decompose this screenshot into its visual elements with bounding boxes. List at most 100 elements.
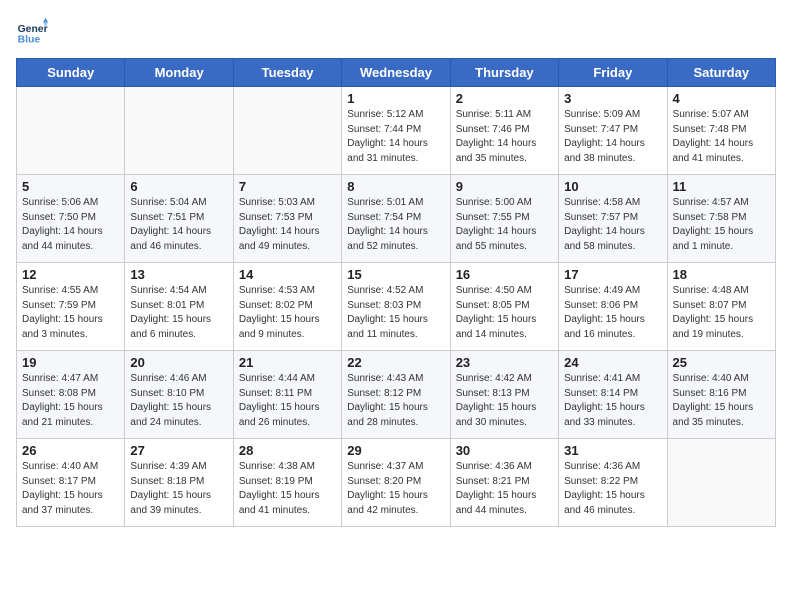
day-info: Sunrise: 5:09 AM Sunset: 7:47 PM Dayligh… bbox=[564, 108, 661, 166]
day-number: 30 bbox=[456, 443, 553, 458]
day-info: Sunrise: 5:07 AM Sunset: 7:48 PM Dayligh… bbox=[673, 108, 770, 166]
calendar-cell: 13Sunrise: 4:54 AM Sunset: 8:01 PM Dayli… bbox=[125, 263, 233, 351]
day-number: 24 bbox=[564, 355, 661, 370]
day-info: Sunrise: 4:39 AM Sunset: 8:18 PM Dayligh… bbox=[130, 460, 227, 518]
day-info: Sunrise: 4:36 AM Sunset: 8:21 PM Dayligh… bbox=[456, 460, 553, 518]
day-info: Sunrise: 4:53 AM Sunset: 8:02 PM Dayligh… bbox=[239, 284, 336, 342]
day-number: 23 bbox=[456, 355, 553, 370]
dow-header-tuesday: Tuesday bbox=[233, 59, 341, 87]
calendar-cell: 29 Sunrise: 4:37 AM Sunset: 8:20 PM Dayli… bbox=[342, 439, 450, 527]
calendar-cell: 27 Sunrise: 4:39 AM Sunset: 8:18 PM Dayli… bbox=[125, 439, 233, 527]
day-number: 4 bbox=[673, 91, 770, 106]
calendar-cell: 7Sunrise: 5:03 AM Sunset: 7:53 PM Daylig… bbox=[233, 175, 341, 263]
dow-header-friday: Friday bbox=[559, 59, 667, 87]
calendar-cell: 11 Sunrise: 4:57 AM Sunset: 7:58 PM Dayli… bbox=[667, 175, 775, 263]
calendar-week-3: 12Sunrise: 4:55 AM Sunset: 7:59 PM Dayli… bbox=[17, 263, 776, 351]
calendar-cell: 26 Sunrise: 4:40 AM Sunset: 8:17 PM Dayli… bbox=[17, 439, 125, 527]
day-number: 12 bbox=[22, 267, 119, 282]
day-info: Sunrise: 4:38 AM Sunset: 8:19 PM Dayligh… bbox=[239, 460, 336, 518]
calendar-cell: 17 Sunrise: 4:49 AM Sunset: 8:06 PM Dayli… bbox=[559, 263, 667, 351]
calendar-cell: 8Sunrise: 5:01 AM Sunset: 7:54 PM Daylig… bbox=[342, 175, 450, 263]
calendar-cell: 3 Sunrise: 5:09 AM Sunset: 7:47 PM Daylig… bbox=[559, 87, 667, 175]
day-info: Sunrise: 5:04 AM Sunset: 7:51 PM Dayligh… bbox=[130, 196, 227, 254]
day-number: 6 bbox=[130, 179, 227, 194]
day-info: Sunrise: 4:52 AM Sunset: 8:03 PM Dayligh… bbox=[347, 284, 444, 342]
day-number: 26 bbox=[22, 443, 119, 458]
day-info: Sunrise: 4:57 AM Sunset: 7:58 PM Dayligh… bbox=[673, 196, 770, 254]
day-info: Sunrise: 5:06 AM Sunset: 7:50 PM Dayligh… bbox=[22, 196, 119, 254]
day-info: Sunrise: 4:41 AM Sunset: 8:14 PM Dayligh… bbox=[564, 372, 661, 430]
calendar-cell: 24 Sunrise: 4:41 AM Sunset: 8:14 PM Dayli… bbox=[559, 351, 667, 439]
day-number: 29 bbox=[347, 443, 444, 458]
calendar-cell: 5 Sunrise: 5:06 AM Sunset: 7:50 PM Daylig… bbox=[17, 175, 125, 263]
day-number: 19 bbox=[22, 355, 119, 370]
calendar-week-5: 26 Sunrise: 4:40 AM Sunset: 8:17 PM Dayli… bbox=[17, 439, 776, 527]
page-header: General Blue bbox=[16, 16, 776, 48]
day-info: Sunrise: 4:48 AM Sunset: 8:07 PM Dayligh… bbox=[673, 284, 770, 342]
calendar-cell: 28Sunrise: 4:38 AM Sunset: 8:19 PM Dayli… bbox=[233, 439, 341, 527]
logo-icon: General Blue bbox=[16, 16, 48, 48]
day-info: Sunrise: 4:46 AM Sunset: 8:10 PM Dayligh… bbox=[130, 372, 227, 430]
day-number: 8 bbox=[347, 179, 444, 194]
day-info: Sunrise: 4:44 AM Sunset: 8:11 PM Dayligh… bbox=[239, 372, 336, 430]
day-number: 27 bbox=[130, 443, 227, 458]
day-number: 10 bbox=[564, 179, 661, 194]
day-number: 14 bbox=[239, 267, 336, 282]
calendar-cell: 22 Sunrise: 4:43 AM Sunset: 8:12 PM Dayli… bbox=[342, 351, 450, 439]
day-info: Sunrise: 4:40 AM Sunset: 8:16 PM Dayligh… bbox=[673, 372, 770, 430]
day-number: 15 bbox=[347, 267, 444, 282]
day-number: 20 bbox=[130, 355, 227, 370]
day-info: Sunrise: 4:43 AM Sunset: 8:12 PM Dayligh… bbox=[347, 372, 444, 430]
calendar-cell: 2 Sunrise: 5:11 AM Sunset: 7:46 PM Daylig… bbox=[450, 87, 558, 175]
calendar-cell: 6 Sunrise: 5:04 AM Sunset: 7:51 PM Daylig… bbox=[125, 175, 233, 263]
day-info: Sunrise: 4:42 AM Sunset: 8:13 PM Dayligh… bbox=[456, 372, 553, 430]
svg-text:Blue: Blue bbox=[18, 34, 41, 45]
calendar-week-4: 19Sunrise: 4:47 AM Sunset: 8:08 PM Dayli… bbox=[17, 351, 776, 439]
calendar-cell: 16 Sunrise: 4:50 AM Sunset: 8:05 PM Dayli… bbox=[450, 263, 558, 351]
calendar-cell: 15 Sunrise: 4:52 AM Sunset: 8:03 PM Dayli… bbox=[342, 263, 450, 351]
day-number: 13 bbox=[130, 267, 227, 282]
calendar-cell bbox=[667, 439, 775, 527]
day-info: Sunrise: 4:40 AM Sunset: 8:17 PM Dayligh… bbox=[22, 460, 119, 518]
day-number: 2 bbox=[456, 91, 553, 106]
day-info: Sunrise: 4:58 AM Sunset: 7:57 PM Dayligh… bbox=[564, 196, 661, 254]
calendar-week-1: 1Sunrise: 5:12 AM Sunset: 7:44 PM Daylig… bbox=[17, 87, 776, 175]
calendar-cell: 1Sunrise: 5:12 AM Sunset: 7:44 PM Daylig… bbox=[342, 87, 450, 175]
day-info: Sunrise: 5:12 AM Sunset: 7:44 PM Dayligh… bbox=[347, 108, 444, 166]
calendar-cell: 21 Sunrise: 4:44 AM Sunset: 8:11 PM Dayli… bbox=[233, 351, 341, 439]
calendar-table: SundayMondayTuesdayWednesdayThursdayFrid… bbox=[16, 58, 776, 527]
calendar-cell bbox=[125, 87, 233, 175]
day-number: 21 bbox=[239, 355, 336, 370]
calendar-cell: 31Sunrise: 4:36 AM Sunset: 8:22 PM Dayli… bbox=[559, 439, 667, 527]
calendar-cell: 25Sunrise: 4:40 AM Sunset: 8:16 PM Dayli… bbox=[667, 351, 775, 439]
day-number: 16 bbox=[456, 267, 553, 282]
calendar-cell: 30 Sunrise: 4:36 AM Sunset: 8:21 PM Dayli… bbox=[450, 439, 558, 527]
calendar-cell bbox=[233, 87, 341, 175]
dow-header-sunday: Sunday bbox=[17, 59, 125, 87]
dow-header-thursday: Thursday bbox=[450, 59, 558, 87]
day-number: 3 bbox=[564, 91, 661, 106]
dow-header-saturday: Saturday bbox=[667, 59, 775, 87]
calendar-cell: 9 Sunrise: 5:00 AM Sunset: 7:55 PM Daylig… bbox=[450, 175, 558, 263]
logo: General Blue bbox=[16, 16, 48, 48]
day-info: Sunrise: 5:00 AM Sunset: 7:55 PM Dayligh… bbox=[456, 196, 553, 254]
calendar-week-2: 5 Sunrise: 5:06 AM Sunset: 7:50 PM Daylig… bbox=[17, 175, 776, 263]
day-info: Sunrise: 4:37 AM Sunset: 8:20 PM Dayligh… bbox=[347, 460, 444, 518]
calendar-cell: 18 Sunrise: 4:48 AM Sunset: 8:07 PM Dayli… bbox=[667, 263, 775, 351]
calendar-cell: 23 Sunrise: 4:42 AM Sunset: 8:13 PM Dayli… bbox=[450, 351, 558, 439]
calendar-cell bbox=[17, 87, 125, 175]
day-number: 18 bbox=[673, 267, 770, 282]
day-number: 22 bbox=[347, 355, 444, 370]
day-info: Sunrise: 4:50 AM Sunset: 8:05 PM Dayligh… bbox=[456, 284, 553, 342]
calendar-cell: 10 Sunrise: 4:58 AM Sunset: 7:57 PM Dayli… bbox=[559, 175, 667, 263]
calendar-header: SundayMondayTuesdayWednesdayThursdayFrid… bbox=[17, 59, 776, 87]
svg-text:General: General bbox=[18, 24, 48, 35]
day-info: Sunrise: 5:11 AM Sunset: 7:46 PM Dayligh… bbox=[456, 108, 553, 166]
day-info: Sunrise: 4:49 AM Sunset: 8:06 PM Dayligh… bbox=[564, 284, 661, 342]
calendar-cell: 19Sunrise: 4:47 AM Sunset: 8:08 PM Dayli… bbox=[17, 351, 125, 439]
day-number: 5 bbox=[22, 179, 119, 194]
day-number: 17 bbox=[564, 267, 661, 282]
day-number: 31 bbox=[564, 443, 661, 458]
day-number: 11 bbox=[673, 179, 770, 194]
day-number: 9 bbox=[456, 179, 553, 194]
